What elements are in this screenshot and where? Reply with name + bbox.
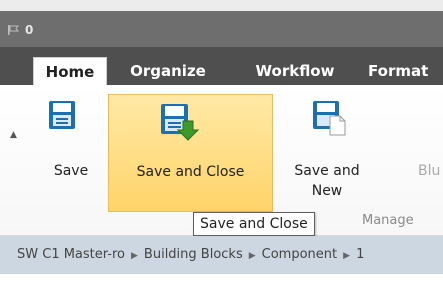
chevron-right-icon: ▶ [131,251,138,261]
tab-organize[interactable]: Organize [118,57,218,85]
blueprint-label: Blu [418,163,441,179]
tab-label: Workflow [255,62,335,80]
tab-label: Organize [130,62,206,80]
save-and-new-label-line2: New [311,183,343,199]
breadcrumb-item[interactable]: Building Blocks [144,247,243,262]
bottom-area [0,274,443,284]
breadcrumb-item[interactable]: Component [262,247,337,262]
flag-icon[interactable] [8,25,20,35]
save-and-new-button[interactable]: Save and New [282,94,372,210]
save-and-close-button[interactable]: Save and Close [108,94,273,212]
chevron-right-icon: ▶ [343,251,351,261]
top-strip [0,0,443,11]
floppy-disk-icon [49,101,75,129]
save-button[interactable]: Save [40,94,102,206]
ribbon-group-label-manage: Manage [362,213,414,228]
save-and-new-label-line1: Save and [294,163,360,179]
save-and-close-icon [161,104,200,141]
blueprint-button[interactable]: Blu [410,94,443,206]
breadcrumb: SW C1 Master-ro ▶ Building Blocks ▶ Componen… [17,247,364,262]
tooltip: Save and Close [193,212,315,236]
tab-workflow[interactable]: Workflow [245,57,345,85]
tab-format[interactable]: Format [368,57,443,85]
breadcrumb-item[interactable]: 1 [356,247,364,262]
flag-count: 0 [25,23,34,37]
breadcrumb-item[interactable]: SW C1 Master-ro [17,247,125,262]
save-and-new-icon [313,101,346,136]
save-and-close-label: Save and Close [136,164,245,180]
ribbon-tab-bar: Home Organize Workflow Format [0,47,443,86]
breadcrumb-bar: SW C1 Master-ro ▶ Building Blocks ▶ Componen… [0,236,443,274]
collapse-arrow-icon[interactable]: ▲ [10,130,17,140]
chevron-right-icon: ▶ [248,251,256,261]
tab-label: Home [45,63,95,81]
tab-home[interactable]: Home [33,57,107,86]
save-label: Save [53,163,89,179]
tooltip-text: Save and Close [200,216,308,232]
title-bar: 0 [0,11,443,47]
tab-label: Format [368,62,429,80]
